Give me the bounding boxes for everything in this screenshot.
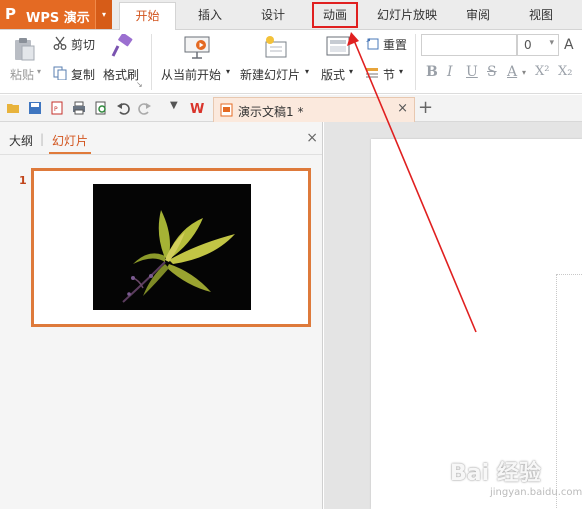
watermark-url: jingyan.baidu.com	[490, 487, 582, 498]
ribbon-separator	[151, 34, 152, 90]
subscript-button[interactable]: X₂	[558, 64, 572, 79]
highlight-box-animation	[312, 2, 358, 28]
new-slide-dropdown-icon[interactable]: ▾	[305, 67, 309, 76]
font-size-value: 0	[524, 38, 532, 52]
slide-thumbnail[interactable]	[31, 168, 311, 327]
cut-button[interactable]: 剪切	[71, 36, 95, 53]
section-button[interactable]: 节	[383, 66, 395, 83]
tab-slideshow[interactable]: 幻灯片放映	[368, 0, 446, 30]
wps-logo-icon: P	[5, 5, 16, 23]
slide-number: 1	[19, 174, 27, 187]
ribbon-tab-bar: P WPS 演示 ▾ 开始 插入 设计 动画 幻灯片放映 审阅 视图	[0, 0, 582, 33]
strikethrough-button[interactable]: S	[487, 64, 497, 80]
play-from-current-dropdown-icon[interactable]: ▾	[226, 67, 230, 76]
superscript-button[interactable]: X²	[535, 64, 549, 79]
font-color-button[interactable]: A	[507, 64, 517, 80]
section-dropdown-icon[interactable]: ▾	[399, 67, 403, 76]
app-menu-button[interactable]: P WPS 演示 ▾	[0, 0, 112, 29]
customize-toolbar-icon[interactable]: ▼	[170, 100, 178, 111]
paste-button[interactable]: 粘贴	[10, 66, 34, 83]
format-painter-icon	[111, 34, 133, 57]
current-slide[interactable]	[371, 139, 582, 509]
app-menu-dropdown-icon[interactable]: ▾	[95, 0, 112, 29]
reset-button[interactable]: 重置	[383, 36, 407, 53]
svg-text:W: W	[190, 102, 204, 116]
layout-icon	[326, 36, 350, 56]
slides-pane-tabs: 大纲 | 幻灯片 ×	[0, 122, 322, 155]
copy-icon	[53, 66, 67, 80]
reset-icon	[366, 38, 379, 50]
underline-button[interactable]: U	[466, 64, 478, 80]
wps-home-icon[interactable]: W	[190, 100, 206, 116]
tab-slides[interactable]: 幻灯片	[52, 132, 88, 149]
tab-outline[interactable]: 大纲	[9, 132, 33, 149]
tab-view[interactable]: 视图	[518, 0, 564, 30]
watermark-main-text: Bai 经验	[450, 461, 541, 486]
play-from-current-icon	[184, 36, 210, 59]
active-tab-underline	[49, 152, 91, 154]
plant-image	[93, 184, 251, 310]
slides-pane: 大纲 | 幻灯片 × 1	[0, 122, 323, 509]
play-from-current-button[interactable]: 从当前开始	[161, 66, 221, 83]
font-color-dropdown-icon[interactable]: ▾	[522, 68, 526, 77]
layout-dropdown-icon[interactable]: ▾	[349, 67, 353, 76]
bold-button[interactable]: B	[426, 64, 438, 80]
copy-button[interactable]: 复制	[71, 66, 95, 83]
paste-dropdown-icon[interactable]: ▾	[37, 67, 41, 76]
layout-button[interactable]: 版式	[321, 66, 345, 83]
svg-text:P: P	[54, 106, 58, 113]
new-tab-button[interactable]: +	[418, 97, 433, 118]
paste-icon	[15, 38, 35, 61]
document-title: 演示文稿1 *	[238, 105, 304, 119]
tab-divider: |	[40, 132, 45, 146]
clipboard-launcher-icon[interactable]: ↘	[136, 80, 143, 89]
italic-button[interactable]: I	[447, 64, 453, 80]
open-folder-icon[interactable]	[6, 101, 20, 115]
new-slide-button[interactable]: 新建幻灯片	[240, 66, 300, 83]
close-pane-icon[interactable]: ×	[306, 130, 318, 146]
slide-editing-area	[324, 122, 582, 509]
ribbon-home: 粘贴 ▾ 剪切 复制 格式刷 ↘ 从当前开始 ▾ 新建幻灯片 ▾ 版式 ▾ 重置…	[0, 30, 582, 94]
baidu-watermark: Bai 经验 jingyan.baidu.com	[450, 455, 582, 498]
print-preview-icon[interactable]	[94, 101, 108, 115]
tab-home[interactable]: 开始	[119, 2, 176, 33]
new-slide-icon	[265, 36, 287, 58]
tab-design[interactable]: 设计	[247, 0, 299, 30]
export-pdf-icon[interactable]: P	[50, 101, 64, 115]
undo-icon[interactable]	[116, 101, 130, 115]
grow-font-button[interactable]: A	[564, 37, 574, 53]
plant-photo-icon	[122, 210, 235, 303]
font-name-input[interactable]	[421, 34, 517, 56]
tab-review[interactable]: 审阅	[455, 0, 501, 30]
print-icon[interactable]	[72, 101, 86, 115]
font-size-dropdown-icon[interactable]: ▾	[549, 38, 554, 48]
redo-icon[interactable]	[138, 101, 152, 115]
ribbon-separator	[415, 34, 416, 90]
save-icon[interactable]	[28, 101, 42, 115]
tab-insert[interactable]: 插入	[184, 0, 236, 30]
scissors-icon	[53, 36, 67, 50]
close-document-icon[interactable]: ×	[397, 101, 408, 116]
section-icon	[366, 68, 378, 78]
document-tab[interactable]: 演示文稿1 * ×	[213, 97, 415, 122]
format-painter-button[interactable]: 格式刷	[103, 66, 139, 83]
font-size-input[interactable]: 0 ▾	[517, 34, 559, 56]
app-name: WPS 演示	[26, 11, 90, 26]
presentation-file-icon	[220, 103, 233, 117]
